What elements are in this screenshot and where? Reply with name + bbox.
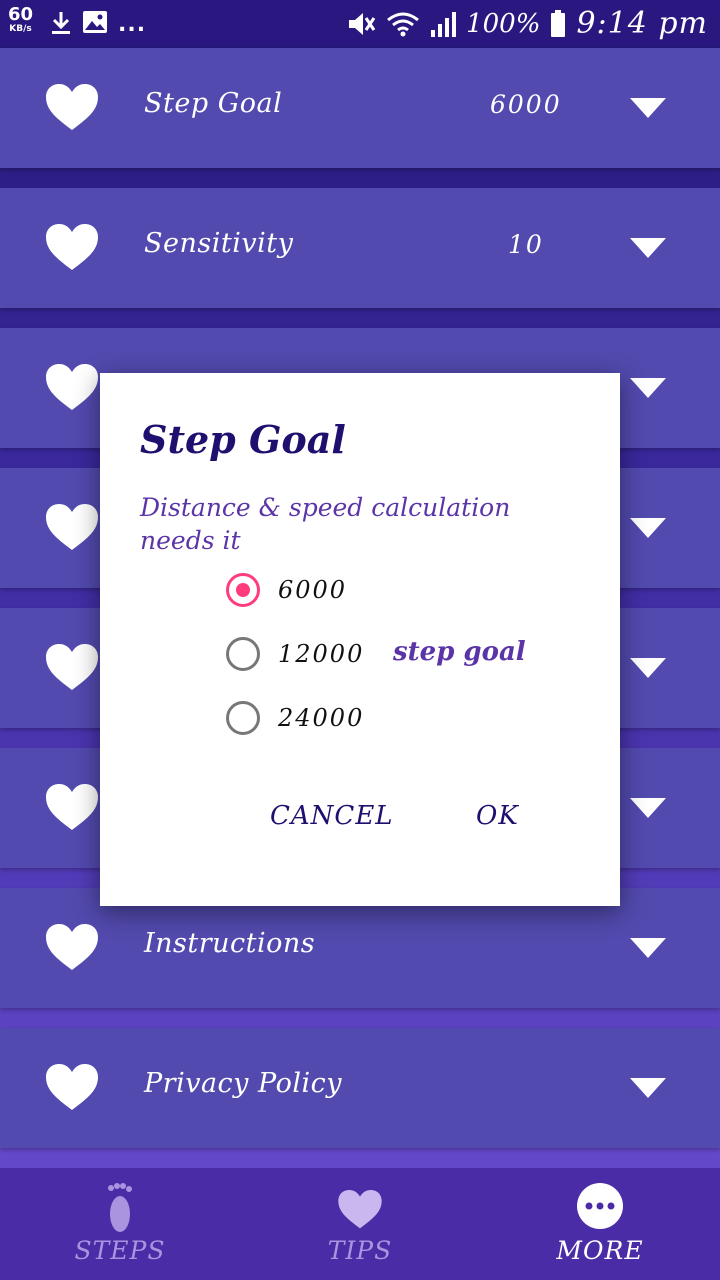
network-speed-value: 60	[8, 4, 34, 25]
dialog-hint: step goal	[393, 637, 526, 667]
chevron-down-icon[interactable]	[630, 378, 666, 398]
footprint-icon	[108, 1183, 132, 1232]
ok-button[interactable]: OK	[476, 801, 519, 831]
setting-value: 6000	[490, 90, 562, 119]
radio-button-selected[interactable]	[226, 573, 260, 607]
radio-option-12000[interactable]: 12000	[226, 634, 364, 674]
heart-icon	[46, 84, 98, 130]
nav-more-label: MORE	[556, 1236, 644, 1265]
signal-icon	[431, 11, 457, 37]
radio-option-6000[interactable]: 6000	[226, 570, 347, 610]
setting-label: Sensitivity	[144, 228, 294, 259]
wifi-icon	[387, 12, 420, 36]
heart-icon	[46, 644, 98, 690]
clock: 9:14 pm	[576, 6, 708, 41]
network-speed-unit: KB/s	[9, 24, 32, 34]
dialog-title: Step Goal	[140, 417, 346, 462]
setting-label: Step Goal	[144, 88, 283, 119]
chevron-down-icon[interactable]	[630, 518, 666, 538]
heart-icon	[46, 224, 98, 270]
setting-row-instructions[interactable]: Instructions	[0, 888, 720, 1008]
chevron-down-icon[interactable]	[630, 938, 666, 958]
nav-tips[interactable]: TIPS	[240, 1168, 480, 1280]
nav-steps[interactable]: STEPS	[0, 1168, 240, 1280]
nav-tips-label: TIPS	[327, 1236, 393, 1265]
nav-more[interactable]: MORE	[480, 1168, 720, 1280]
download-icon	[52, 12, 70, 34]
chevron-down-icon[interactable]	[630, 658, 666, 678]
setting-row-privacy-policy[interactable]: Privacy Policy	[0, 1028, 720, 1148]
heart-icon	[338, 1190, 382, 1229]
chevron-down-icon[interactable]	[630, 238, 666, 258]
more-dots-icon	[577, 1183, 623, 1229]
setting-row-sensitivity[interactable]: Sensitivity 10	[0, 188, 720, 308]
setting-value: 10	[508, 230, 544, 259]
radio-option-label: 6000	[278, 576, 348, 604]
heart-icon	[46, 924, 98, 970]
radio-option-label: 12000	[278, 640, 365, 668]
setting-label: Instructions	[144, 928, 316, 959]
radio-button[interactable]	[226, 701, 260, 735]
bottom-navigation: STEPS TIPS MORE	[0, 1168, 720, 1280]
status-right: 100% 9:14 pm	[346, 6, 708, 41]
radio-button[interactable]	[226, 637, 260, 671]
cancel-button[interactable]: CANCEL	[270, 801, 394, 831]
notification-more: ...	[118, 12, 147, 37]
radio-option-24000[interactable]: 24000	[226, 698, 364, 738]
setting-label: Privacy Policy	[144, 1068, 342, 1099]
image-icon	[83, 11, 107, 33]
setting-row-step-goal[interactable]: Step Goal 6000	[0, 48, 720, 168]
battery-icon	[551, 9, 566, 37]
radio-option-label: 24000	[278, 704, 365, 732]
chevron-down-icon[interactable]	[630, 1078, 666, 1098]
mute-icon	[349, 12, 376, 35]
heart-icon	[46, 1064, 98, 1110]
network-speed: 60 KB/s	[8, 6, 33, 34]
status-bar: 60 KB/s ... 100% 9:14 pm	[0, 0, 720, 46]
chevron-down-icon[interactable]	[630, 798, 666, 818]
heart-icon	[46, 504, 98, 550]
heart-icon	[46, 364, 98, 410]
step-goal-dialog: Step Goal Distance & speed calculation n…	[100, 373, 620, 906]
heart-icon	[46, 784, 98, 830]
battery-percent: 100%	[466, 8, 541, 39]
nav-steps-label: STEPS	[74, 1236, 166, 1265]
dialog-message: Distance & speed calculation needs it	[140, 493, 511, 555]
chevron-down-icon[interactable]	[630, 98, 666, 118]
